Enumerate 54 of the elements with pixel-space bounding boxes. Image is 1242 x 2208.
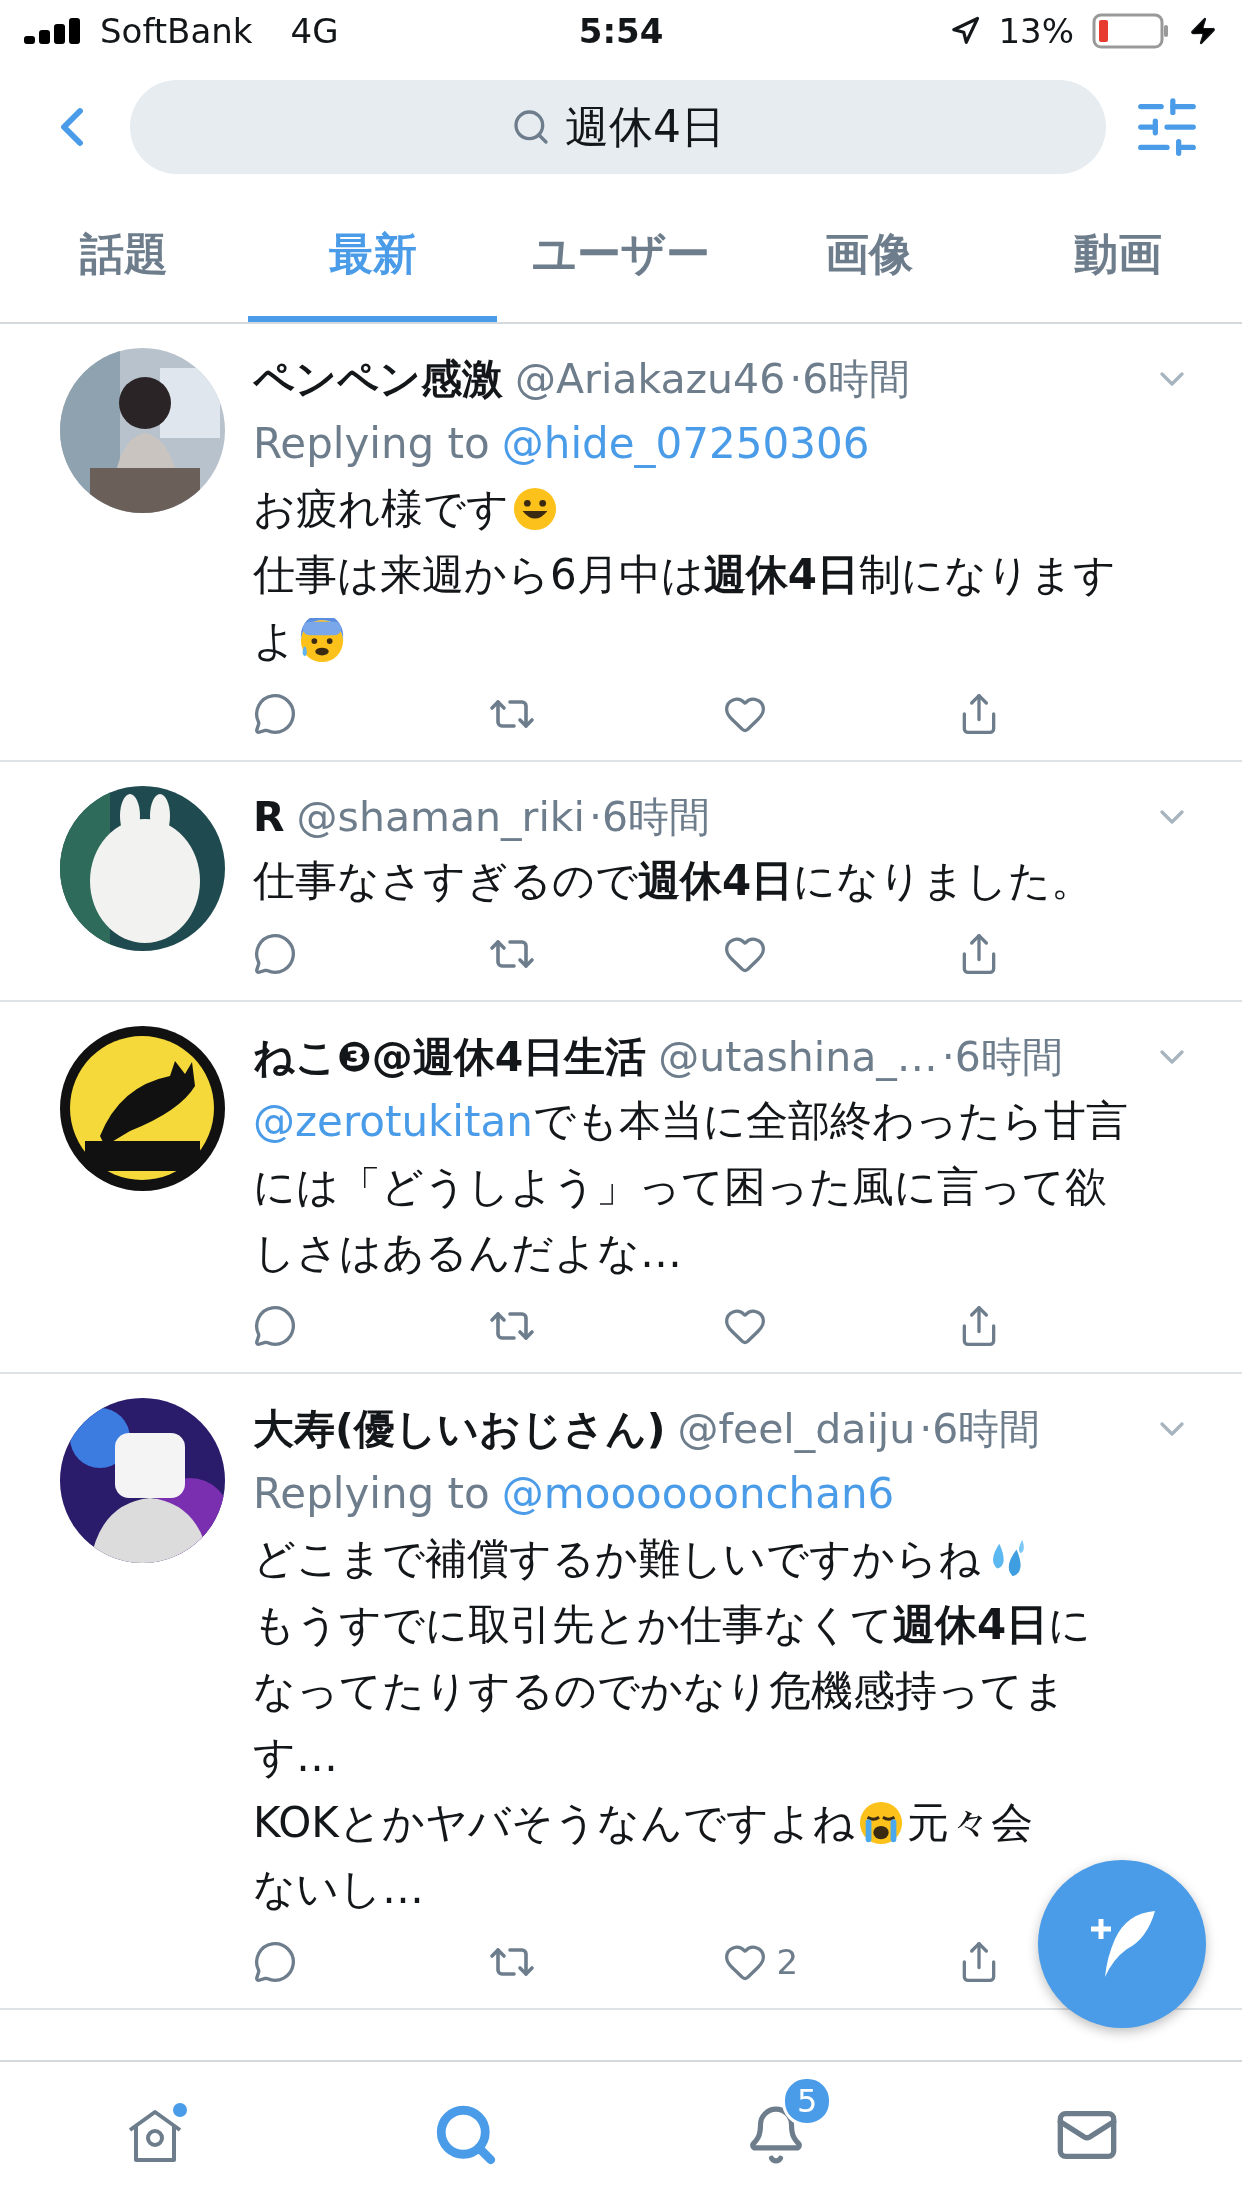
- emoji-icon: [857, 1800, 904, 1846]
- user-handle: @shaman_riki: [296, 793, 585, 841]
- signal-icon: [24, 18, 82, 44]
- tweet-time: ·6時間: [919, 1403, 1041, 1455]
- user-name: ペンペン感激: [253, 353, 503, 405]
- user-handle: @utashina_…: [658, 1033, 938, 1081]
- tweet-text: 元々会: [906, 1797, 1033, 1849]
- tab[interactable]: 画像: [745, 192, 994, 322]
- mention-link[interactable]: @zerotukitan: [253, 1096, 533, 1146]
- tab[interactable]: 話題: [0, 192, 249, 322]
- tweet-text: KOKとかヤバそうなんですよね: [253, 1797, 855, 1849]
- battery-text: 13%: [998, 11, 1074, 51]
- user-handle: @Ariakazu46: [515, 355, 786, 403]
- reply-label: Replying to: [253, 1468, 490, 1518]
- tweet-text: よ: [253, 615, 296, 667]
- reply-label: Replying to: [253, 418, 490, 468]
- charging-icon: [1188, 16, 1218, 46]
- tab[interactable]: ユーザー: [496, 192, 746, 322]
- tweet-text: どこまで補償するか難しいですからね: [253, 1533, 981, 1585]
- user-name: ねこ❸@週休4日生活: [253, 1031, 647, 1083]
- clock-text: 5:54: [578, 11, 664, 51]
- user-name: 大寿(優しいおじさん): [253, 1403, 666, 1455]
- search-field[interactable]: 週休4日: [130, 80, 1106, 174]
- tweet-text: なってたりするのでかなり危機感持ってま: [253, 1665, 1066, 1717]
- tweet-text: ないし…: [253, 1863, 424, 1915]
- tab[interactable]: 最新: [248, 192, 497, 322]
- emoji-icon: [299, 618, 345, 664]
- tweet-text: 仕事は来週から6月中は週休4日制になります: [253, 549, 1116, 601]
- tweet-text: お疲れ様です: [253, 483, 509, 535]
- tweet-text: には「どうしよう」って困った風に言って欲: [253, 1161, 1107, 1213]
- search-icon: [511, 107, 551, 147]
- tweet-time: ·6時間: [589, 791, 711, 843]
- user-handle: @feel_daiju: [677, 1405, 916, 1453]
- battery-icon: [1092, 13, 1170, 49]
- mention-link[interactable]: @hide_07250306: [501, 418, 870, 468]
- tweet-text: 仕事なさすぎるので週休4日になりました。: [253, 855, 1094, 907]
- emoji-icon: [512, 486, 558, 532]
- reply-button[interactable]: [253, 932, 297, 976]
- user-name: R: [253, 793, 285, 841]
- tweet-text: す…: [253, 1731, 338, 1783]
- like-count: 2: [776, 1942, 799, 1982]
- tweet-text: でも本当に全部終わったら甘言: [532, 1095, 1128, 1147]
- tweet-text: しさはあるんだよな…: [253, 1227, 682, 1279]
- reply-button[interactable]: [253, 1304, 297, 1348]
- network-text: 4G: [290, 11, 339, 51]
- reply-button[interactable]: [253, 692, 297, 736]
- tweet-time: ·6時間: [941, 1031, 1063, 1083]
- tweet-text: もうすでに取引先とか仕事なくて週休4日に: [253, 1599, 1092, 1651]
- tweet-time: ·6時間: [789, 353, 911, 405]
- tab[interactable]: 動画: [993, 192, 1242, 322]
- carrier-text: SoftBank: [100, 11, 253, 51]
- location-icon: [950, 16, 981, 46]
- reply-button[interactable]: [253, 1940, 297, 1984]
- mention-link[interactable]: @moooooonchan6: [501, 1468, 895, 1518]
